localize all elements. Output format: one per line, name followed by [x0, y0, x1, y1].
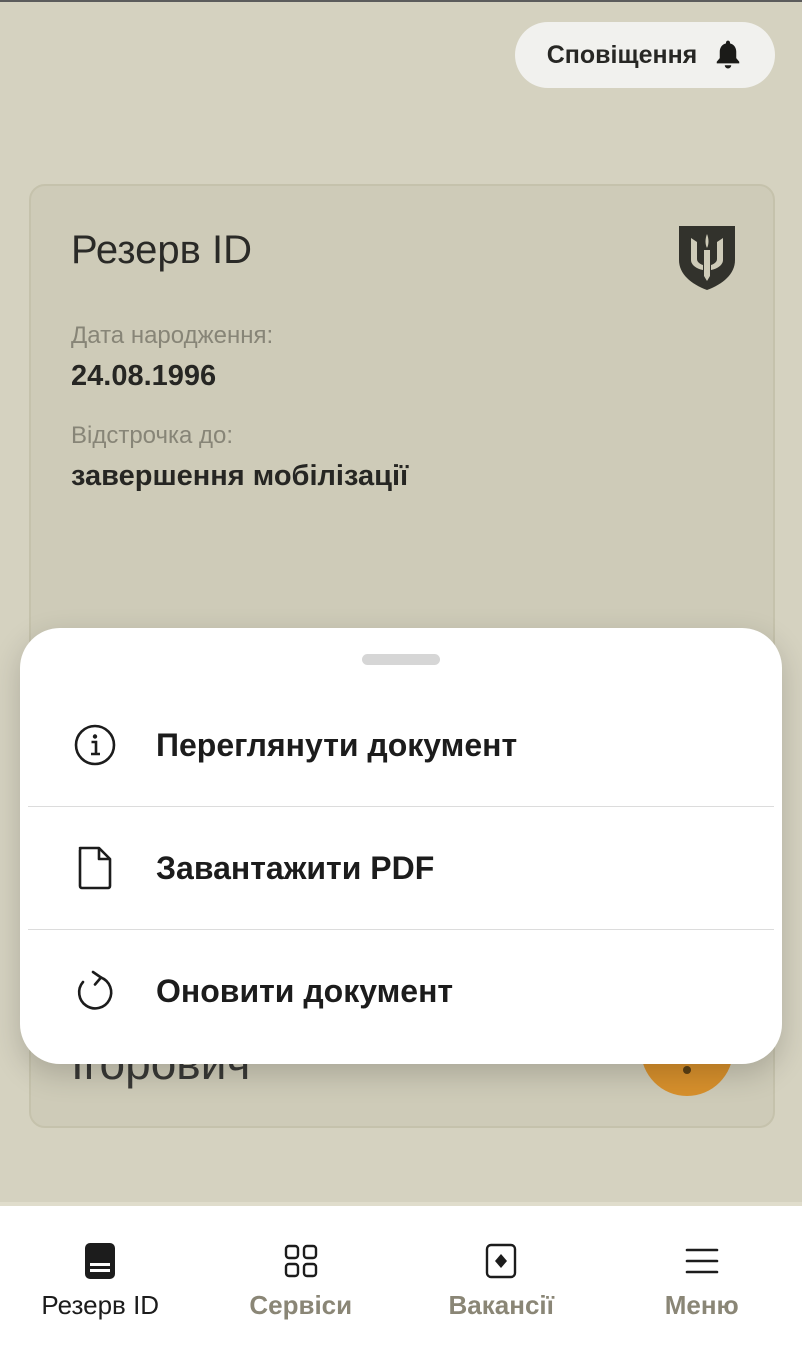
nav-item-reserve-id[interactable]: Резерв ID — [0, 1206, 201, 1357]
bottom-navigation: Резерв ID Сервіси Вакансії Меню — [0, 1206, 802, 1357]
file-icon — [72, 845, 118, 891]
info-icon — [72, 722, 118, 768]
download-pdf-item[interactable]: Завантажити PDF — [28, 807, 774, 929]
refresh-document-item[interactable]: Оновити документ — [28, 930, 774, 1052]
view-document-label: Переглянути документ — [156, 726, 518, 763]
grid-icon — [282, 1242, 320, 1280]
actions-bottom-sheet: Переглянути документ Завантажити PDF Оно… — [20, 628, 782, 1064]
refresh-icon — [72, 968, 118, 1014]
refresh-document-label: Оновити документ — [156, 972, 454, 1009]
nav-label: Резерв ID — [41, 1290, 160, 1320]
nav-item-menu[interactable]: Меню — [602, 1206, 802, 1357]
nav-label: Сервіси — [249, 1290, 353, 1320]
nav-label: Вакансії — [448, 1290, 554, 1320]
download-pdf-label: Завантажити PDF — [156, 849, 435, 886]
sheet-drag-handle[interactable] — [362, 654, 440, 665]
nav-item-services[interactable]: Сервіси — [201, 1206, 402, 1357]
view-document-item[interactable]: Переглянути документ — [28, 684, 774, 806]
nav-item-vacancies[interactable]: Вакансії — [401, 1206, 602, 1357]
menu-icon — [683, 1242, 721, 1280]
nav-label: Меню — [664, 1290, 739, 1320]
screen: Сповіщення Резерв ID Дата народження: 24… — [0, 0, 802, 1357]
vacancy-icon — [482, 1242, 520, 1280]
document-icon — [81, 1242, 119, 1280]
